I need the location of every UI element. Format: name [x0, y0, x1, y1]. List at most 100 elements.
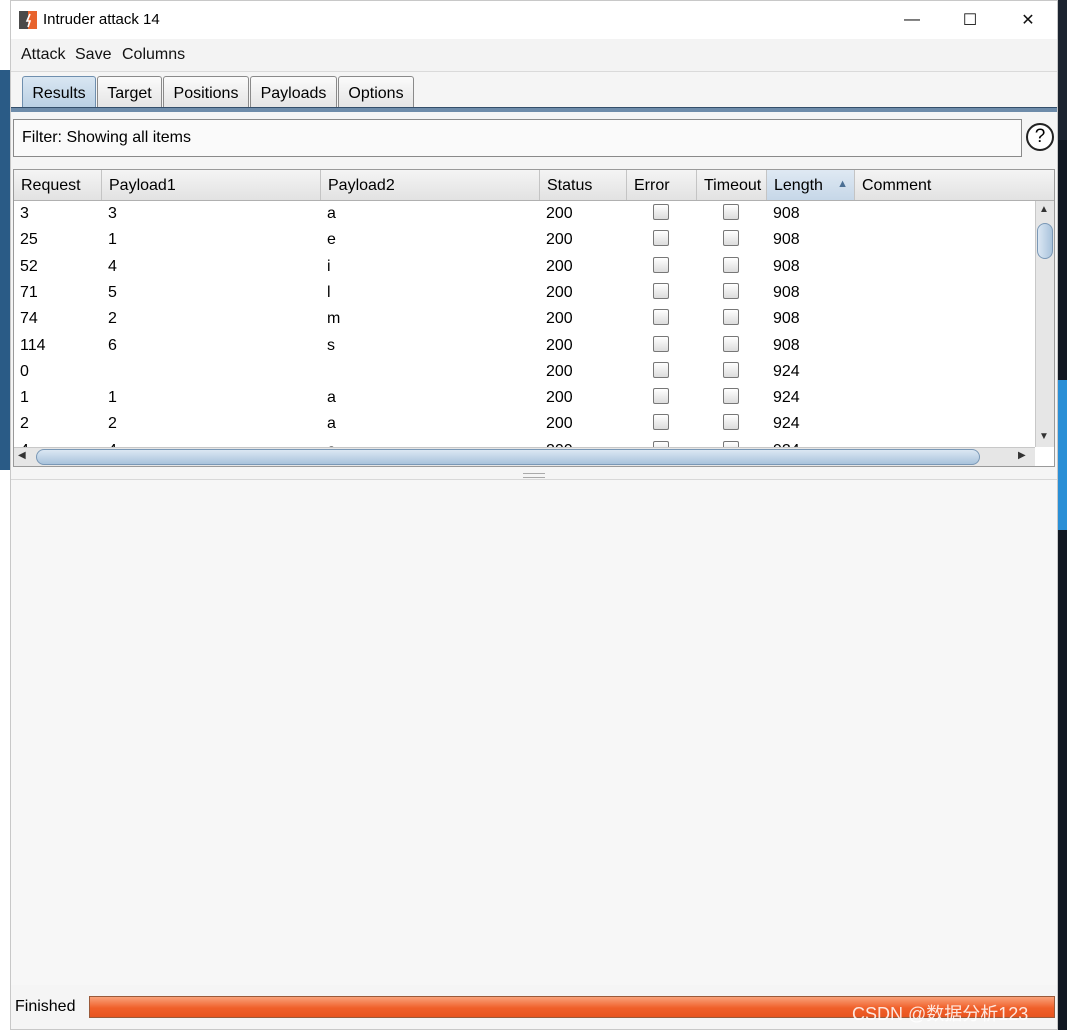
results-table: Request Payload1 Payload2 Status Error T… [13, 169, 1055, 467]
column-header-payload1[interactable]: Payload1 [102, 170, 321, 200]
cell-status: 200 [546, 415, 573, 433]
pane-splitter[interactable] [11, 471, 1057, 480]
table-row[interactable]: 71 5 l 200 908 [14, 280, 1035, 306]
menu-bar: Attack Save Columns [11, 39, 1057, 72]
cell-payload1: 3 [108, 205, 117, 222]
cell-payload2: i [327, 257, 331, 275]
scroll-left-icon[interactable]: ◀ [18, 450, 26, 461]
menu-save[interactable]: Save [75, 46, 111, 64]
burp-app-icon [19, 11, 37, 29]
scroll-right-icon[interactable]: ▶ [1018, 450, 1026, 461]
table-row[interactable]: 1 1 a 200 924 [14, 385, 1035, 411]
vertical-scrollbar[interactable]: ▲ ▼ [1035, 201, 1054, 447]
cell-request: 25 [20, 231, 38, 249]
table-row[interactable]: 44a200924 [14, 438, 1035, 447]
column-header-comment[interactable]: Comment [855, 170, 1054, 200]
cell-payload2: e [327, 231, 336, 249]
timeout-checkbox[interactable] [723, 230, 739, 247]
tab-target[interactable]: Target [97, 76, 162, 109]
table-row[interactable]: 74 2 m 200 908 [14, 306, 1035, 332]
cell-status: 200 [546, 389, 573, 407]
cell-payload2: s [327, 336, 335, 354]
error-checkbox[interactable] [653, 335, 669, 352]
cell-payload1: 5 [108, 283, 117, 301]
cell-payload1: 2 [108, 310, 117, 328]
status-text: Finished [15, 998, 76, 1015]
tab-payloads[interactable]: Payloads [250, 76, 337, 109]
cell-status: 200 [546, 231, 573, 249]
menu-attack[interactable]: Attack [21, 46, 65, 64]
column-header-payload2[interactable]: Payload2 [321, 170, 540, 200]
cell-payload1: 1 [108, 389, 117, 407]
cell-payload1: 2 [108, 415, 117, 433]
maximize-button[interactable]: ☐ [941, 1, 999, 39]
cell-request: 3 [20, 205, 29, 222]
error-checkbox[interactable] [653, 309, 669, 326]
cell-status: 200 [546, 257, 573, 275]
menu-columns[interactable]: Columns [122, 46, 185, 64]
desktop-background-right [1058, 140, 1067, 1030]
cell-status: 200 [546, 336, 573, 354]
filter-bar[interactable]: Filter: Showing all items [13, 119, 1022, 157]
table-row[interactable]: 2 2 a 200 924 [14, 411, 1035, 437]
table-row[interactable]: 0 200 924 [14, 359, 1035, 385]
cell-status: 200 [546, 362, 573, 380]
error-checkbox[interactable] [653, 414, 669, 431]
table-row[interactable]: 114 6 s 200 908 [14, 333, 1035, 359]
cell-request: 1 [20, 389, 29, 407]
cell-payload2: a [327, 205, 336, 222]
cell-length: 908 [773, 310, 800, 328]
timeout-checkbox[interactable] [723, 309, 739, 326]
column-header-status[interactable]: Status [540, 170, 627, 200]
error-checkbox[interactable] [653, 282, 669, 299]
cell-request: 52 [20, 257, 38, 275]
timeout-checkbox[interactable] [723, 414, 739, 431]
cell-length: 908 [773, 283, 800, 301]
table-body: 3 3 a 200 908 25 1 e 200 908 52 4 i 200 908 71 5 l 200 908 7… [14, 201, 1035, 447]
horizontal-scrollbar[interactable]: ◀ ▶ [14, 447, 1035, 466]
window-title: Intruder attack 14 [43, 11, 160, 28]
desktop-background-left [0, 0, 10, 1030]
request-response-pane [11, 480, 1057, 985]
timeout-checkbox[interactable] [723, 256, 739, 273]
error-checkbox[interactable] [653, 204, 669, 220]
table-row[interactable]: 3 3 a 200 908 [14, 201, 1035, 227]
cell-request: 71 [20, 283, 38, 301]
scroll-up-icon[interactable]: ▲ [1039, 204, 1049, 215]
timeout-checkbox[interactable] [723, 204, 739, 220]
help-icon[interactable]: ? [1026, 123, 1054, 151]
cell-payload1: 4 [108, 257, 117, 275]
vertical-scroll-thumb[interactable] [1037, 223, 1053, 259]
cell-payload2: a [327, 415, 336, 433]
error-checkbox[interactable] [653, 361, 669, 378]
timeout-checkbox[interactable] [723, 335, 739, 352]
column-header-timeout[interactable]: Timeout [697, 170, 767, 200]
column-header-request[interactable]: Request [14, 170, 102, 200]
cell-request: 114 [20, 336, 46, 354]
sort-ascending-icon: ▲ [837, 178, 848, 190]
tab-results[interactable]: Results [22, 76, 96, 109]
table-header: Request Payload1 Payload2 Status Error T… [14, 170, 1054, 201]
table-row[interactable]: 52 4 i 200 908 [14, 254, 1035, 280]
tab-positions[interactable]: Positions [163, 76, 249, 109]
table-row[interactable]: 25 1 e 200 908 [14, 227, 1035, 253]
timeout-checkbox[interactable] [723, 361, 739, 378]
cell-payload2: m [327, 310, 341, 328]
timeout-checkbox[interactable] [723, 388, 739, 405]
horizontal-scroll-thumb[interactable] [36, 449, 980, 465]
cell-request: 74 [20, 310, 38, 328]
error-checkbox[interactable] [653, 388, 669, 405]
cell-status: 200 [546, 310, 573, 328]
column-header-error[interactable]: Error [627, 170, 697, 200]
tab-options[interactable]: Options [338, 76, 414, 109]
close-button[interactable]: ✕ [999, 1, 1057, 39]
timeout-checkbox[interactable] [723, 282, 739, 299]
scroll-down-icon[interactable]: ▼ [1039, 431, 1049, 442]
minimize-button[interactable]: — [883, 1, 941, 39]
tab-underline [11, 107, 1057, 112]
column-header-length[interactable]: Length ▲ [767, 170, 855, 200]
cell-length: 908 [773, 336, 800, 354]
error-checkbox[interactable] [653, 256, 669, 273]
tab-strip: Results Target Positions Payloads Option… [11, 73, 1057, 109]
error-checkbox[interactable] [653, 230, 669, 247]
